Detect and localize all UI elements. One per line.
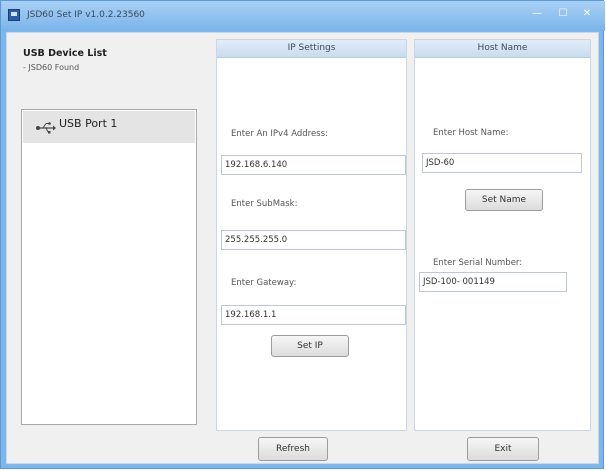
ip-settings-header: IP Settings — [217, 40, 406, 58]
ip-settings-panel: IP Settings Enter An IPv4 Address: 192.1… — [216, 39, 407, 431]
usb-icon — [36, 122, 56, 134]
app-window: JSD60 Set IP v1.0.2.23560 — ☐ ✕ USB Devi… — [0, 0, 605, 469]
gateway-input[interactable]: 192.168.1.1 — [221, 305, 406, 325]
maximize-button[interactable]: ☐ — [550, 5, 576, 23]
subnet-mask-label: Enter SubMask: — [231, 199, 298, 209]
usb-device-status: - JSD60 Found — [23, 63, 80, 72]
list-item-usb-port-1[interactable]: USB Port 1 — [23, 111, 195, 143]
refresh-button[interactable]: Refresh — [258, 437, 328, 461]
serial-number-label: Enter Serial Number: — [433, 258, 523, 268]
minimize-button[interactable]: — — [524, 5, 550, 23]
usb-device-list-title: USB Device List — [23, 48, 107, 59]
exit-button[interactable]: Exit — [467, 437, 539, 461]
ipv4-address-input[interactable]: 192.168.6.140 — [221, 155, 406, 175]
subnet-mask-input[interactable]: 255.255.255.0 — [221, 230, 406, 250]
ipv4-address-label: Enter An IPv4 Address: — [231, 129, 328, 139]
host-name-panel: Host Name Enter Host Name: JSD-60 Set Na… — [414, 39, 591, 431]
host-name-label: Enter Host Name: — [433, 128, 509, 138]
list-item-label: USB Port 1 — [59, 117, 118, 130]
set-name-button[interactable]: Set Name — [465, 189, 543, 211]
set-ip-button[interactable]: Set IP — [271, 335, 349, 357]
app-icon — [8, 9, 20, 21]
host-name-input[interactable]: JSD-60 — [422, 153, 582, 173]
window-title: JSD60 Set IP v1.0.2.23560 — [27, 10, 145, 20]
gateway-label: Enter Gateway: — [231, 278, 297, 288]
host-name-header: Host Name — [415, 40, 590, 58]
title-bar[interactable]: JSD60 Set IP v1.0.2.23560 — ☐ ✕ — [1, 1, 605, 31]
serial-number-input[interactable]: JSD-100- 001149 — [419, 272, 567, 292]
usb-device-list[interactable]: USB Port 1 — [21, 109, 197, 425]
close-button[interactable]: ✕ — [576, 5, 598, 23]
